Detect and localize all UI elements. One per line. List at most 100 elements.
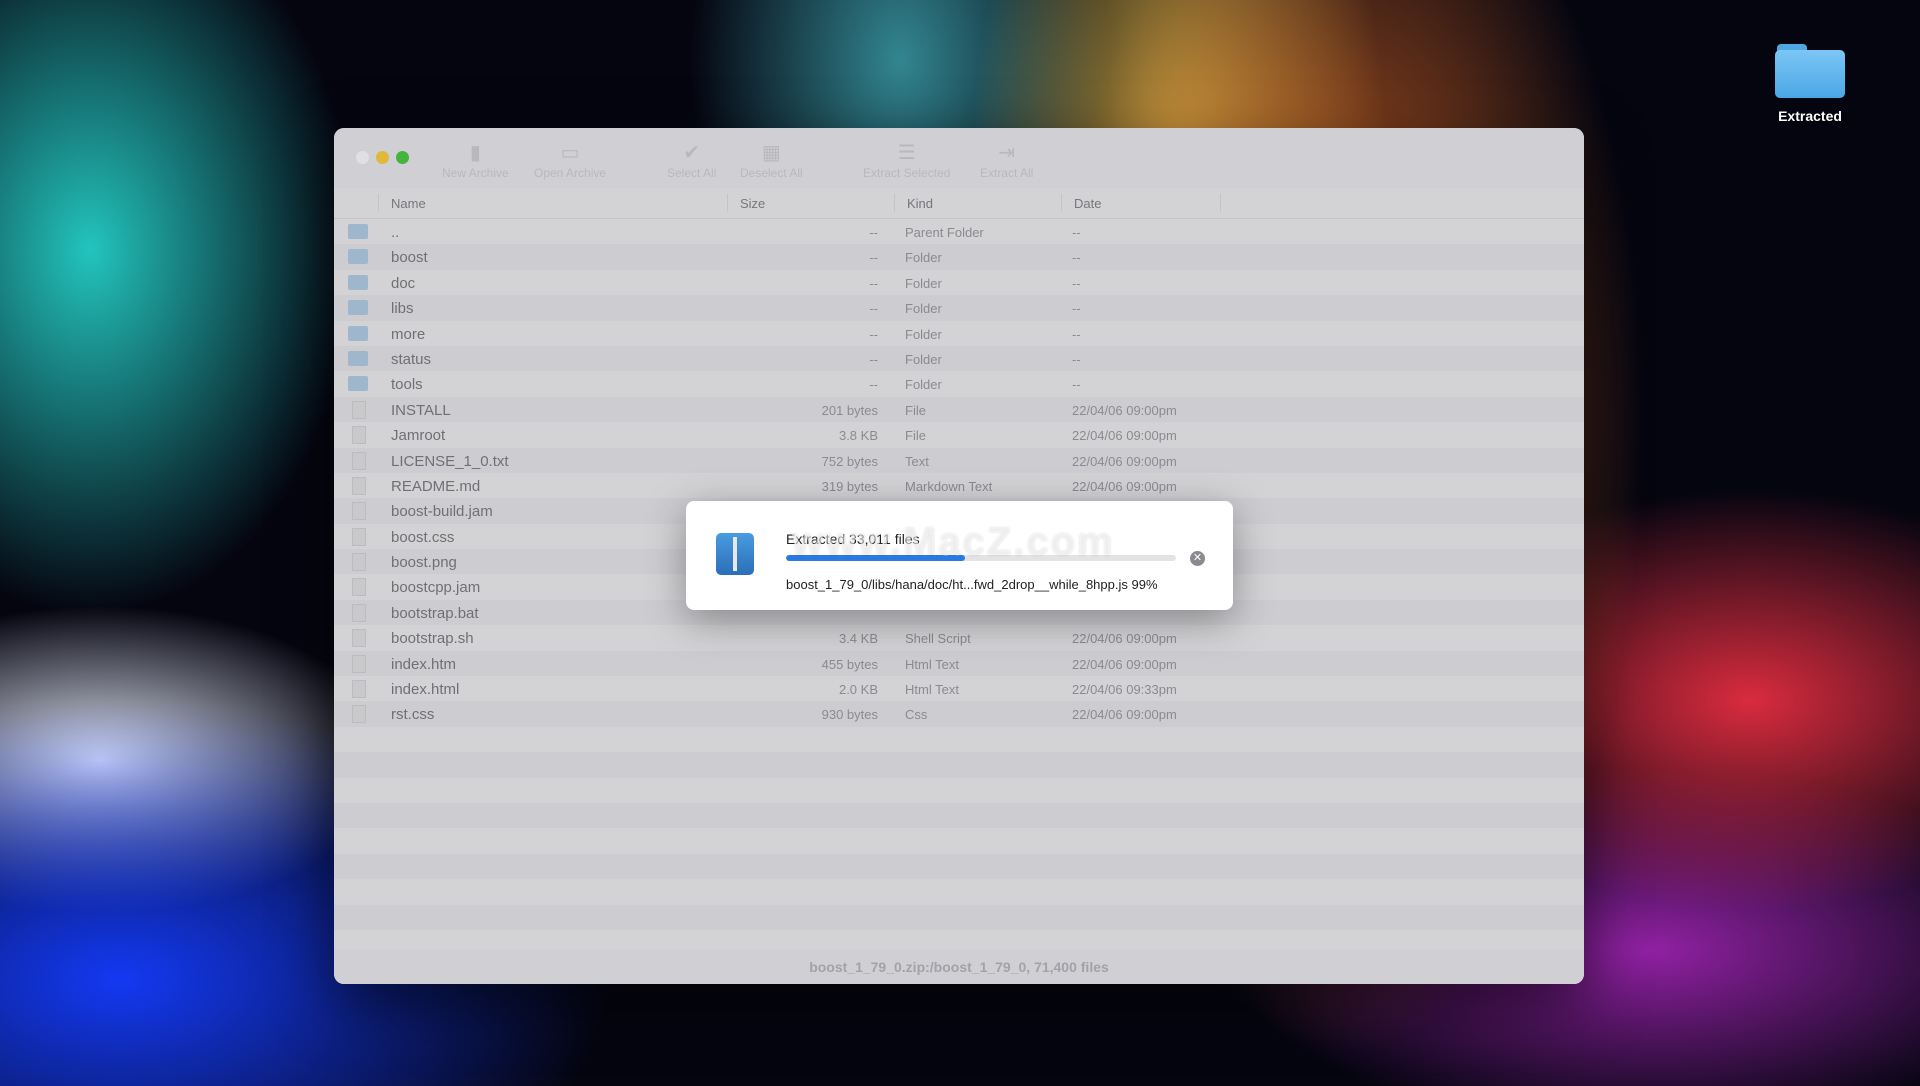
row-kind: Html Text xyxy=(905,682,959,698)
row-name: boost-build.jam xyxy=(391,503,493,521)
desktop-folder-label: Extracted xyxy=(1778,108,1842,124)
row-date: -- xyxy=(1072,275,1081,291)
new-archive-button[interactable]: ▮ New Archive xyxy=(442,140,509,180)
toolbar: ▮ New Archive ▭ Open Archive ✔ Select Al… xyxy=(334,128,1584,188)
folder-icon xyxy=(1775,40,1845,98)
row-name: bootstrap.bat xyxy=(391,604,479,622)
row-date: 22/04/06 09:00pm xyxy=(1072,402,1177,418)
folder-icon xyxy=(348,325,368,341)
empty-row xyxy=(334,879,1584,904)
row-size: -- xyxy=(869,301,878,317)
row-date: 22/04/06 09:00pm xyxy=(1072,428,1177,444)
empty-row xyxy=(334,904,1584,930)
cancel-extract-button[interactable]: ✕ xyxy=(1190,551,1205,566)
row-date: -- xyxy=(1072,351,1081,367)
file-icon xyxy=(352,629,366,648)
row-name: index.htm xyxy=(391,655,457,673)
open-archive-label: Open Archive xyxy=(534,166,607,180)
file-icon xyxy=(352,476,366,495)
table-row[interactable]: .. -- Parent Folder -- xyxy=(334,219,1584,244)
row-size: 455 bytes xyxy=(821,656,878,672)
file-icon xyxy=(352,654,366,673)
table-row[interactable]: libs -- Folder -- xyxy=(334,295,1584,321)
table-row[interactable]: doc -- Folder -- xyxy=(334,270,1584,295)
file-icon xyxy=(352,553,366,572)
row-name: boost.css xyxy=(391,528,455,546)
column-name[interactable]: Name xyxy=(391,196,426,211)
row-name: boostcpp.jam xyxy=(391,579,481,597)
row-name: more xyxy=(391,325,426,343)
table-row[interactable]: more -- Folder -- xyxy=(334,321,1584,346)
close-window-button[interactable] xyxy=(356,151,369,164)
extract-selected-button[interactable]: ☰ Extract Selected xyxy=(863,140,950,180)
table-row[interactable]: rst.css 930 bytes Css 22/04/06 09:00pm xyxy=(334,701,1584,727)
row-date: -- xyxy=(1072,225,1081,240)
row-kind: File xyxy=(905,402,926,418)
file-icon xyxy=(352,400,366,419)
row-size: -- xyxy=(869,351,878,367)
table-row[interactable]: README.md 319 bytes Markdown Text 22/04/06 … xyxy=(334,473,1584,498)
row-name: boost xyxy=(391,249,428,267)
extract-icon: ⇥ xyxy=(998,142,1016,164)
row-size: -- xyxy=(869,225,878,240)
row-date: -- xyxy=(1072,326,1081,342)
table-row[interactable]: Jamroot 3.8 KB File 22/04/06 09:00pm xyxy=(334,422,1584,447)
minimize-window-button[interactable] xyxy=(376,151,389,164)
column-size[interactable]: Size xyxy=(740,196,765,211)
row-name: README.md xyxy=(391,477,481,495)
table-row[interactable]: tools -- Folder -- xyxy=(334,371,1584,396)
row-size: 319 bytes xyxy=(821,478,878,494)
row-kind: Folder xyxy=(905,326,942,342)
row-name: .. xyxy=(391,224,400,241)
select-all-label: Select All xyxy=(667,166,717,180)
row-kind: Folder xyxy=(905,351,942,367)
table-row[interactable]: status -- Folder -- xyxy=(334,345,1584,372)
row-size: -- xyxy=(869,326,878,342)
row-kind: Text xyxy=(905,453,929,469)
file-icon xyxy=(352,680,366,699)
table-row[interactable]: LICENSE_1_0.txt 752 bytes Text 22/04/06 09:… xyxy=(334,447,1584,473)
extract-selected-label: Extract Selected xyxy=(863,166,951,180)
row-name: libs xyxy=(391,300,414,318)
file-icon xyxy=(352,527,366,546)
desktop-folder-extracted[interactable]: Extracted xyxy=(1760,40,1860,124)
empty-row xyxy=(334,727,1584,752)
row-name: tools xyxy=(391,376,423,394)
row-size: 752 bytes xyxy=(821,453,878,469)
zoom-window-button[interactable] xyxy=(396,151,409,164)
column-date[interactable]: Date xyxy=(1074,196,1101,211)
row-date: 22/04/06 09:33pm xyxy=(1072,682,1177,698)
row-kind: Folder xyxy=(905,377,942,393)
empty-row xyxy=(334,828,1584,853)
row-name: rst.css xyxy=(391,706,435,724)
extract-all-button[interactable]: ⇥ Extract All xyxy=(980,140,1033,180)
row-name: doc xyxy=(391,274,416,292)
row-name: Jamroot xyxy=(391,427,446,445)
row-name: bootstrap.sh xyxy=(391,630,474,648)
zip-archive-icon xyxy=(716,533,754,575)
table-row[interactable]: index.html 2.0 KB Html Text 22/04/06 09:33p… xyxy=(334,676,1584,701)
deselect-all-label: Deselect All xyxy=(740,166,803,180)
row-size: -- xyxy=(869,377,878,393)
row-size: 201 bytes xyxy=(821,402,878,418)
row-date: 22/04/06 09:00pm xyxy=(1072,478,1177,494)
select-all-button[interactable]: ✔ Select All xyxy=(667,140,716,180)
new-archive-label: New Archive xyxy=(442,166,509,180)
column-kind[interactable]: Kind xyxy=(907,196,933,211)
file-icon xyxy=(352,426,366,445)
file-icon xyxy=(352,578,366,597)
table-row[interactable]: index.htm 455 bytes Html Text 22/04/06 09:0… xyxy=(334,650,1584,677)
deselect-all-button[interactable]: ▦ Deselect All xyxy=(740,140,803,180)
folder-icon xyxy=(348,249,368,265)
row-name: status xyxy=(391,350,432,368)
table-row[interactable]: bootstrap.sh 3.4 KB Shell Script 22/04/06 0… xyxy=(334,625,1584,650)
table-row[interactable]: boost -- Folder -- xyxy=(334,244,1584,270)
open-archive-button[interactable]: ▭ Open Archive xyxy=(534,140,606,180)
row-date: 22/04/06 09:00pm xyxy=(1072,631,1177,647)
table-row[interactable]: INSTALL 201 bytes File 22/04/06 09:00pm xyxy=(334,396,1584,423)
row-kind: Folder xyxy=(905,301,942,317)
list-icon: ☰ xyxy=(897,142,916,164)
grid-icon: ▦ xyxy=(761,142,781,164)
new-archive-icon: ▮ xyxy=(469,142,481,164)
row-kind: Markdown Text xyxy=(905,478,993,494)
